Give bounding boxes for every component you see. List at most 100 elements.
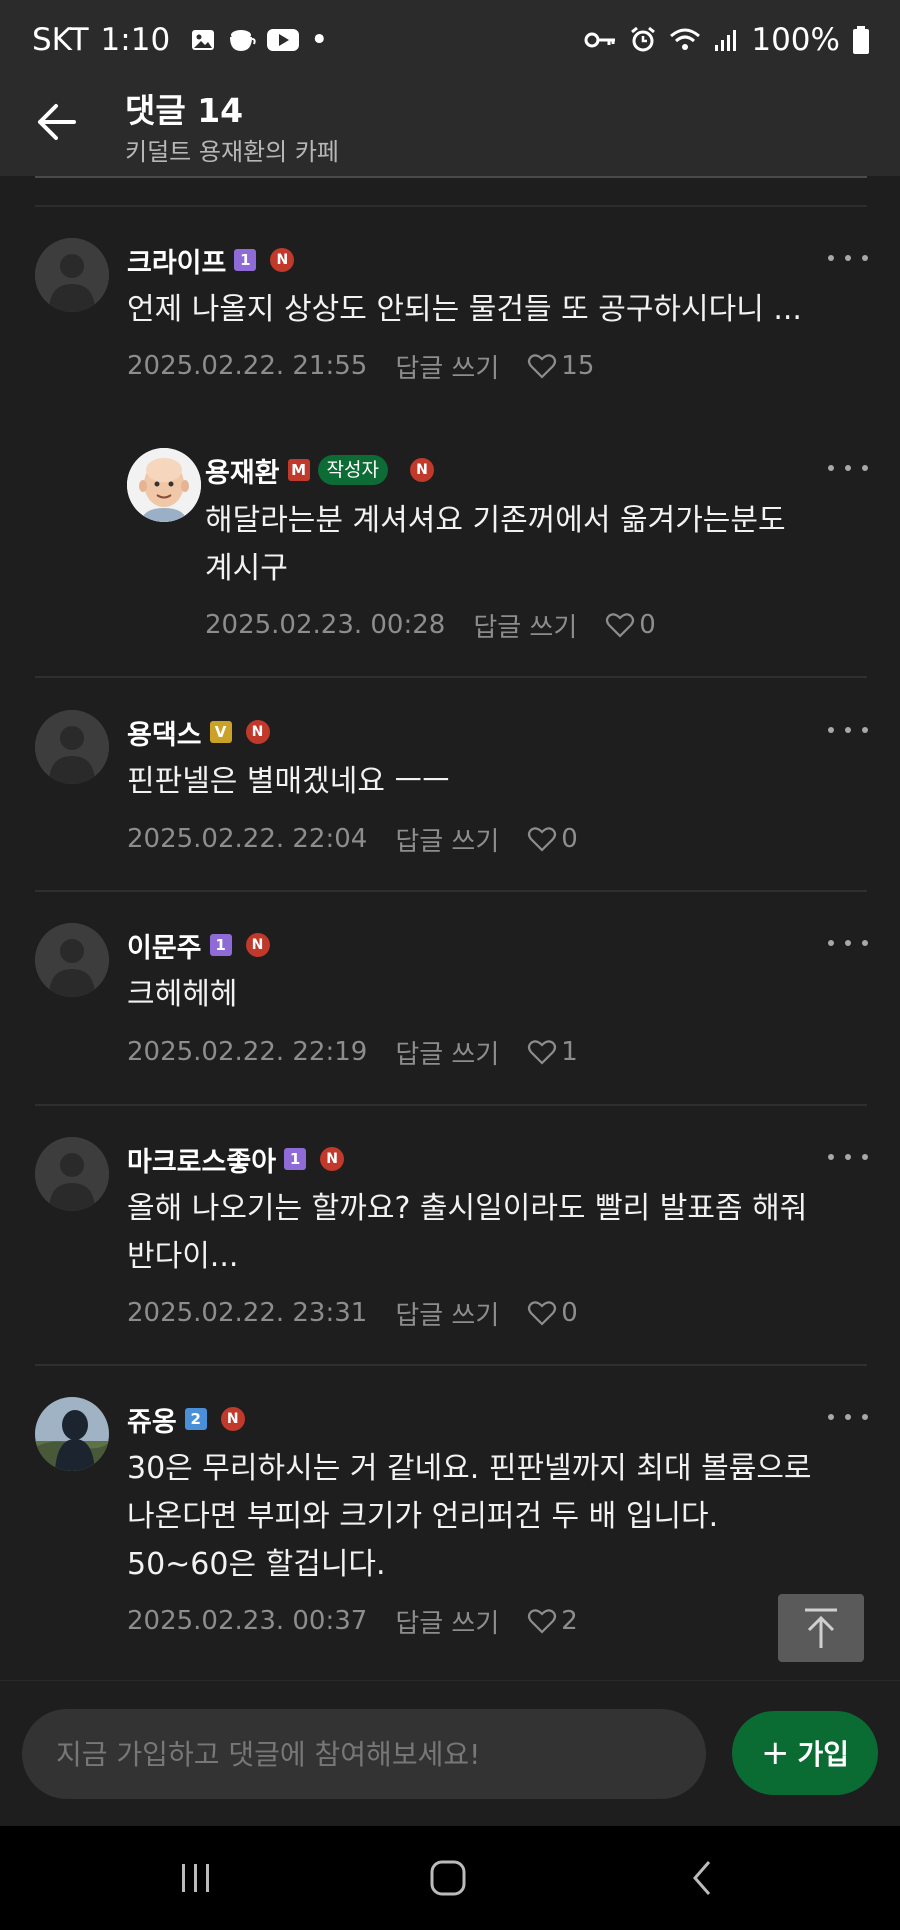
comment-text: 핀판넬은 별매겠네요 ㅡㅡ: [127, 764, 450, 799]
default-avatar-icon: [35, 923, 109, 997]
like-button[interactable]: 1: [527, 1037, 578, 1067]
level-badge: 2: [184, 1408, 207, 1430]
heart-icon: [528, 827, 557, 852]
writer-badge: 작성자: [317, 455, 388, 485]
cup-icon: [230, 30, 256, 51]
comment-meta: 2025.02.22. 22:19 답글 쓰기 1: [127, 1032, 578, 1072]
comment-text: 언제 나올지 상상도 안되는 물건들 또 공구하시다니 ...: [127, 292, 802, 327]
reply-button[interactable]: 답글 쓰기: [395, 1603, 499, 1640]
heart-icon: [528, 1301, 557, 1326]
system-nav-bar: [0, 1826, 900, 1930]
like-count: 2: [561, 1606, 578, 1636]
chevron-left-icon: [693, 1861, 711, 1895]
alarm-icon: [631, 26, 656, 52]
heart-icon: [606, 613, 635, 638]
more-notifications-dot: •: [310, 22, 329, 58]
reply-button[interactable]: 답글 쓰기: [395, 1295, 499, 1332]
level-badge: 1: [209, 934, 232, 956]
author-row: 마크로스좋아 1 N: [127, 1139, 345, 1179]
comment-meta: 2025.02.22. 22:04 답글 쓰기 0: [127, 819, 578, 859]
comment-text: 올해 나오기는 할까요? 출시일이라도 빨리 발표좀 해줘 반다이...: [127, 1191, 808, 1274]
level-badge: V: [209, 721, 232, 743]
divider: [35, 1104, 867, 1106]
author-row: 쥬옹 2 N: [127, 1399, 245, 1439]
more-options-button[interactable]: [828, 933, 868, 953]
comment-date: 2025.02.22. 22:19: [127, 1037, 368, 1067]
more-options-button[interactable]: [828, 1147, 868, 1167]
hooded-figure-photo-icon: [35, 1397, 109, 1471]
author-name[interactable]: 용재환: [205, 451, 280, 490]
more-options-button[interactable]: [828, 248, 868, 268]
battery-percent: 100%: [751, 22, 840, 58]
like-count: 15: [561, 351, 595, 381]
comment-text: 해달라는분 계셔셔요 기존꺼에서 옮겨가는분도 계시구: [205, 503, 786, 586]
author-name[interactable]: 이문주: [127, 926, 202, 965]
status-left: SKT 1:10 •: [32, 20, 328, 60]
like-button[interactable]: 0: [605, 610, 656, 640]
avatar[interactable]: [35, 1137, 109, 1211]
home-button[interactable]: [418, 1852, 478, 1904]
comment-date: 2025.02.22. 21:55: [127, 351, 368, 381]
avatar[interactable]: [35, 923, 109, 997]
join-label: 가입: [797, 1738, 850, 1771]
header-divider: [35, 176, 867, 178]
back-button[interactable]: [30, 94, 86, 150]
manager-badge: M: [287, 459, 310, 481]
more-options-button[interactable]: [828, 720, 868, 740]
like-button[interactable]: 2: [527, 1606, 578, 1636]
like-count: 1: [561, 1037, 578, 1067]
author-row: 용댁스 V N: [127, 712, 270, 752]
like-button[interactable]: 0: [527, 824, 578, 854]
notification-icons: •: [190, 22, 328, 58]
comment-date: 2025.02.23. 00:28: [205, 610, 446, 640]
default-avatar-icon: [35, 1137, 109, 1211]
more-options-button[interactable]: [828, 458, 868, 478]
scroll-to-top-button[interactable]: [778, 1594, 864, 1662]
author-name[interactable]: 마크로스좋아: [127, 1140, 276, 1179]
recent-apps-icon: [182, 1864, 209, 1892]
join-button[interactable]: + 가입: [732, 1711, 878, 1795]
divider: [35, 676, 867, 678]
more-options-button[interactable]: [828, 1407, 868, 1427]
comment-meta: 2025.02.22. 21:55 답글 쓰기 15: [127, 346, 594, 386]
cafe-name[interactable]: 키덜트 용재환의 카페: [125, 132, 339, 167]
divider: [35, 205, 867, 207]
author-name[interactable]: 크라이프: [127, 241, 226, 280]
like-count: 0: [639, 610, 656, 640]
like-button[interactable]: 15: [527, 351, 594, 381]
comment-meta: 2025.02.23. 00:28 답글 쓰기 0: [205, 605, 656, 645]
default-avatar-icon: [35, 238, 109, 312]
battery-icon: [853, 26, 869, 54]
like-button[interactable]: 0: [527, 1298, 578, 1328]
signal-icon: [715, 30, 737, 51]
app-header: 댓글 14 키덜트 용재환의 카페: [0, 80, 900, 176]
back-nav-button[interactable]: [672, 1852, 732, 1904]
status-bar: SKT 1:10 • 100%: [0, 0, 900, 80]
reply-button[interactable]: 답글 쓰기: [395, 1034, 499, 1071]
carrier: SKT: [32, 22, 89, 58]
comment-input[interactable]: [22, 1709, 706, 1799]
reply-button[interactable]: 답글 쓰기: [395, 821, 499, 858]
avatar[interactable]: [127, 448, 201, 522]
comment-date: 2025.02.23. 00:37: [127, 1606, 368, 1636]
reply-button[interactable]: 답글 쓰기: [473, 607, 577, 644]
divider: [35, 890, 867, 892]
comment-input-bar: + 가입: [0, 1680, 900, 1826]
avatar[interactable]: [35, 710, 109, 784]
author-name[interactable]: 용댁스: [127, 713, 202, 752]
reply-button[interactable]: 답글 쓰기: [395, 348, 499, 385]
gallery-icon: [192, 30, 215, 50]
plus-icon: +: [760, 1733, 790, 1773]
avatar[interactable]: [35, 1397, 109, 1471]
n-badge: N: [320, 1147, 345, 1171]
avatar[interactable]: [35, 238, 109, 312]
author-name[interactable]: 쥬옹: [127, 1400, 177, 1439]
comment-date: 2025.02.22. 23:31: [127, 1298, 368, 1328]
like-count: 0: [561, 824, 578, 854]
n-badge: N: [409, 458, 434, 482]
divider: [35, 1364, 867, 1366]
youtube-icon: [267, 29, 300, 51]
author-row: 용재환 M 작성자 N: [205, 450, 434, 490]
recent-apps-button[interactable]: [166, 1852, 226, 1904]
n-badge: N: [245, 933, 270, 957]
